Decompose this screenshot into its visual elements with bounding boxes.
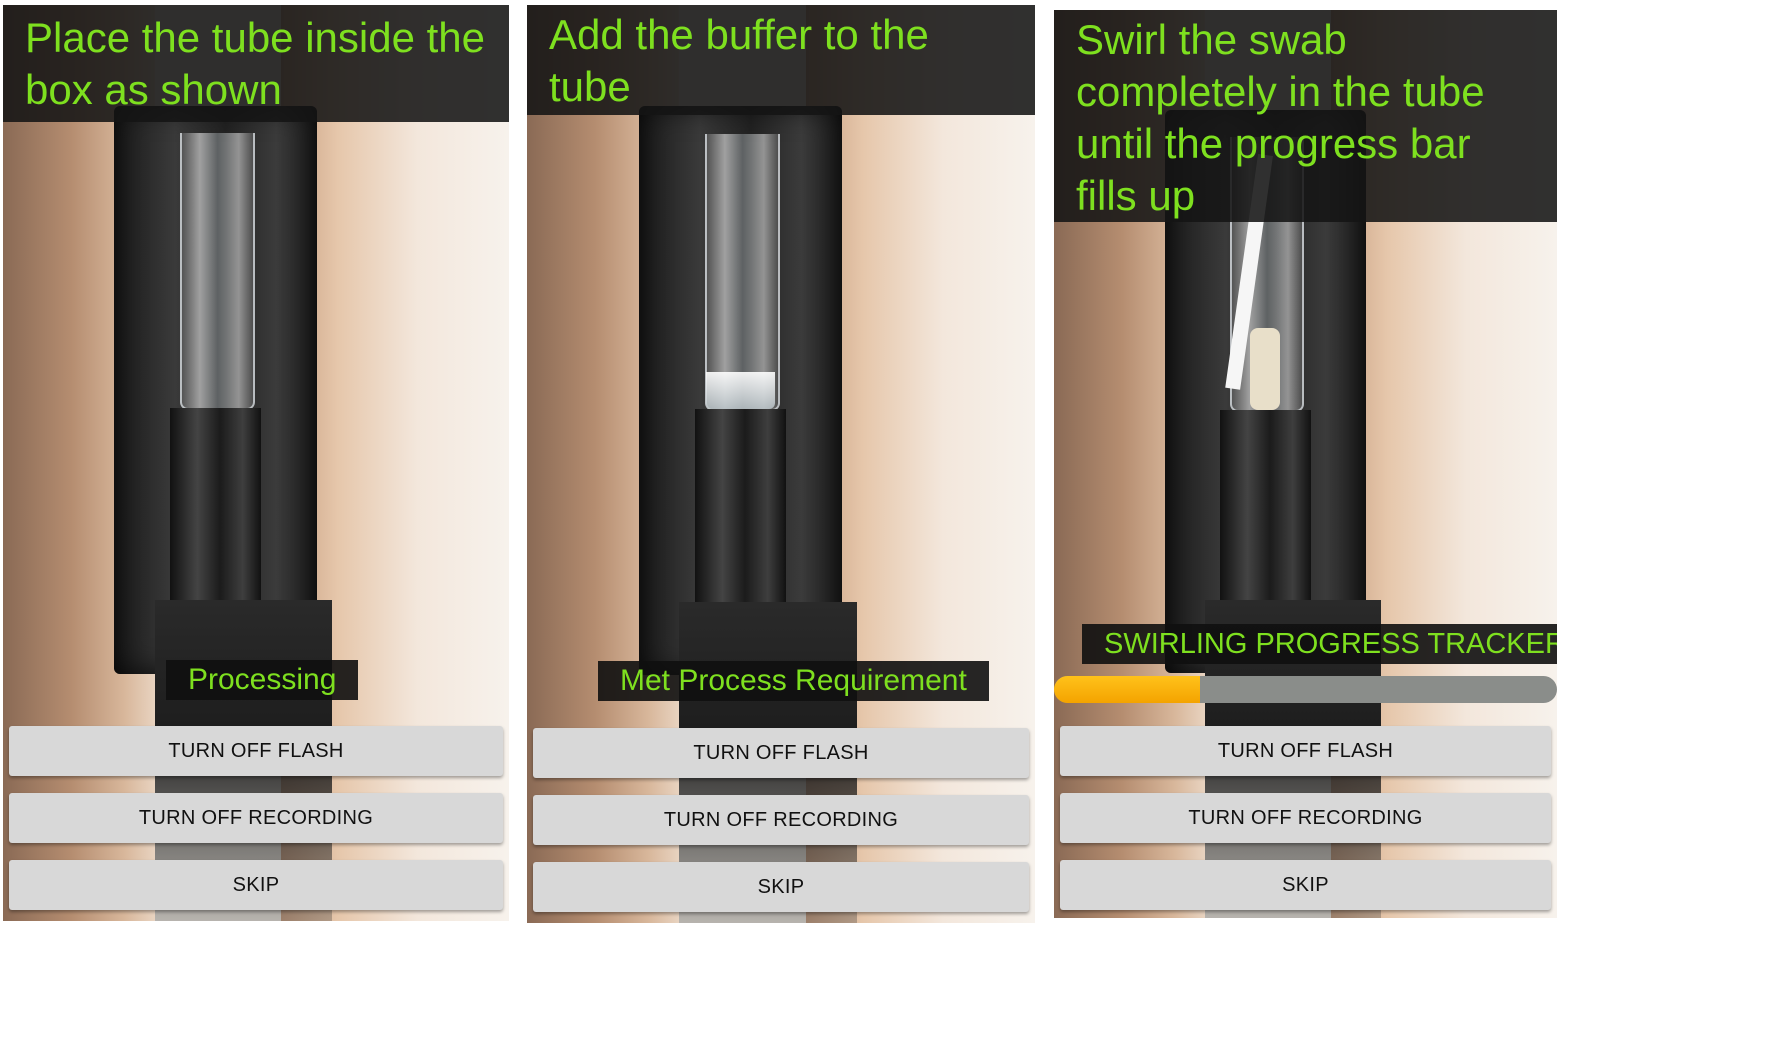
turn-off-flash-button[interactable]: TURN OFF FLASH	[533, 728, 1029, 778]
swirling-progress-bar	[1054, 676, 1557, 703]
camera-preview	[527, 5, 1035, 923]
instruction-header: Swirl the swab completely in the tube un…	[1054, 10, 1557, 222]
screen-add-buffer: Add the buffer to the tube Met Process R…	[527, 5, 1035, 923]
skip-button[interactable]: SKIP	[9, 860, 503, 910]
skip-button[interactable]: SKIP	[533, 862, 1029, 912]
buffer-liquid	[706, 372, 775, 409]
status-badge: Met Process Requirement	[598, 661, 989, 701]
instruction-header: Place the tube inside the box as shown	[3, 5, 509, 122]
turn-off-flash-button[interactable]: TURN OFF FLASH	[9, 726, 503, 776]
swab-tip	[1250, 327, 1281, 410]
screen-swirl-swab: Swirl the swab completely in the tube un…	[1054, 10, 1557, 918]
turn-off-recording-button[interactable]: TURN OFF RECORDING	[9, 793, 503, 843]
turn-off-flash-button[interactable]: TURN OFF FLASH	[1060, 726, 1551, 776]
swirling-progress-tracker-label: SWIRLING PROGRESS TRACKER	[1082, 624, 1557, 664]
turn-off-recording-button[interactable]: TURN OFF RECORDING	[533, 795, 1029, 845]
skip-button[interactable]: SKIP	[1060, 860, 1551, 910]
screen-place-tube: Place the tube inside the box as shown P…	[3, 5, 509, 921]
test-tube	[704, 133, 780, 411]
turn-off-recording-button[interactable]: TURN OFF RECORDING	[1060, 793, 1551, 843]
status-badge: Processing	[166, 660, 359, 700]
instruction-header: Add the buffer to the tube	[527, 5, 1035, 115]
camera-preview	[3, 5, 509, 921]
progress-bar-fill	[1054, 676, 1200, 703]
test-tube	[180, 133, 255, 411]
